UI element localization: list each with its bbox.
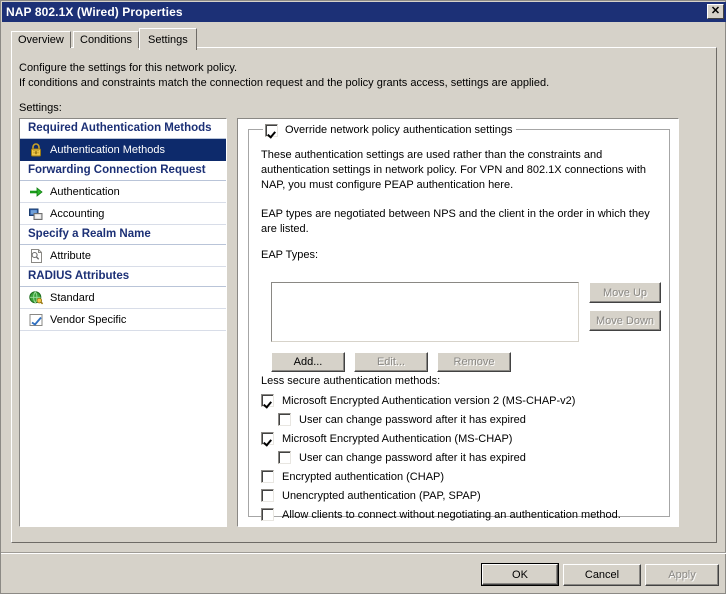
- settings-label: Settings:: [19, 102, 62, 114]
- move-up-button[interactable]: Move Up: [589, 282, 661, 303]
- checkbox-box: [261, 394, 274, 407]
- sidebar-item-attribute[interactable]: Attribute: [20, 245, 226, 267]
- override-network-policy-label: Override network policy authentication s…: [285, 124, 513, 136]
- sidebar-item-authentication-methods[interactable]: Authentication Methods: [20, 139, 226, 161]
- sidebar-item-label: Standard: [50, 291, 95, 304]
- tree-header-realm-name: Specify a Realm Name: [20, 225, 226, 245]
- checkbox-box: [278, 451, 291, 464]
- document-search-icon: [28, 248, 44, 264]
- tree-header-required-auth: Required Authentication Methods: [20, 119, 226, 139]
- move-down-button[interactable]: Move Down: [589, 310, 661, 331]
- add-label: Add...: [293, 356, 323, 368]
- less-secure-title: Less secure authentication methods:: [261, 375, 441, 387]
- checkbox-box: [261, 470, 274, 483]
- apply-label: Apply: [668, 569, 696, 581]
- properties-dialog: NAP 802.1X (Wired) Properties ✕ Overview…: [0, 0, 726, 594]
- description-text: Configure the settings for this network …: [19, 61, 679, 91]
- move-up-label: Move Up: [602, 286, 648, 299]
- tree-header-radius-attributes: RADIUS Attributes: [20, 267, 226, 287]
- checkbox-box: [261, 489, 274, 502]
- checkbox-box: [261, 432, 274, 445]
- description-line-1: Configure the settings for this network …: [19, 62, 238, 74]
- less-secure-methods-list: Less secure authentication methods: Micr…: [261, 375, 661, 524]
- groupbox-body: These authentication settings are used r…: [261, 148, 659, 261]
- checkbox-label: Unencrypted authentication (PAP, SPAP): [282, 489, 481, 502]
- sidebar-item-standard[interactable]: Standard: [20, 287, 226, 309]
- checkbox-pap-spap[interactable]: Unencrypted authentication (PAP, SPAP): [261, 486, 661, 505]
- edit-label: Edit...: [376, 356, 406, 368]
- green-arrow-icon: [28, 184, 44, 200]
- window-title: NAP 802.1X (Wired) Properties: [6, 5, 183, 19]
- sidebar-item-authentication[interactable]: Authentication: [20, 181, 226, 203]
- checkbox-label: Microsoft Encrypted Authentication versi…: [282, 394, 576, 407]
- remove-label: Remove: [453, 356, 495, 368]
- checkbox-box: [265, 123, 278, 137]
- sidebar-item-accounting[interactable]: Accounting: [20, 203, 226, 225]
- add-button[interactable]: Add...: [271, 352, 345, 372]
- checkbox-ms-chap[interactable]: Microsoft Encrypted Authentication (MS-C…: [261, 429, 661, 448]
- tab-overview[interactable]: Overview: [11, 31, 71, 48]
- settings-tree[interactable]: Required Authentication Methods Authenti…: [19, 118, 227, 527]
- sidebar-item-label: Attribute: [50, 249, 91, 262]
- checkbox-box: [278, 413, 291, 426]
- override-network-policy-checkbox[interactable]: Override network policy authentication s…: [263, 122, 517, 138]
- auth-settings-paragraph: These authentication settings are used r…: [261, 149, 647, 191]
- checkbox-allow-no-negotiation[interactable]: Allow clients to connect without negotia…: [261, 505, 661, 524]
- apply-button[interactable]: Apply: [645, 564, 719, 586]
- move-down-label: Move Down: [595, 314, 655, 327]
- checkbox-label: User can change password after it has ex…: [299, 451, 526, 464]
- cancel-label: Cancel: [584, 569, 620, 581]
- checkbox-label: User can change password after it has ex…: [299, 413, 526, 426]
- settings-detail-panel: Override network policy authentication s…: [237, 118, 679, 527]
- close-button[interactable]: ✕: [707, 4, 724, 19]
- checkbox-label: Encrypted authentication (CHAP): [282, 470, 445, 483]
- tab-conditions[interactable]: Conditions: [73, 31, 139, 48]
- remove-button[interactable]: Remove: [437, 352, 511, 372]
- tree-header-forwarding: Forwarding Connection Request: [20, 161, 226, 181]
- tab-settings[interactable]: Settings: [139, 28, 197, 50]
- globe-key-icon: [28, 290, 44, 306]
- edit-button[interactable]: Edit...: [354, 352, 428, 372]
- ok-button[interactable]: OK: [481, 563, 559, 586]
- sidebar-item-label: Accounting: [50, 207, 105, 220]
- eap-types-label: EAP Types:: [261, 249, 319, 261]
- close-icon: ✕: [710, 5, 721, 17]
- eap-types-listbox[interactable]: [271, 282, 579, 342]
- monitors-icon: [28, 206, 44, 222]
- padlock-icon: [28, 142, 44, 158]
- checkbox-ms-chap-v2[interactable]: Microsoft Encrypted Authentication versi…: [261, 391, 661, 410]
- description-line-2: If conditions and constraints match the …: [19, 77, 550, 89]
- ok-label: OK: [512, 568, 528, 581]
- sidebar-item-label: Vendor Specific: [50, 313, 127, 326]
- sidebar-item-label: Authentication Methods: [50, 143, 165, 156]
- checkbox-change-password[interactable]: User can change password after it has ex…: [261, 448, 661, 467]
- sidebar-item-vendor-specific[interactable]: Vendor Specific: [20, 309, 226, 331]
- eap-order-paragraph: EAP types are negotiated between NPS and…: [261, 208, 650, 235]
- cancel-button[interactable]: Cancel: [563, 564, 641, 586]
- checkbox-label: Allow clients to connect without negotia…: [282, 508, 621, 521]
- tab-overview-label: Overview: [18, 34, 64, 46]
- tab-conditions-label: Conditions: [80, 34, 132, 46]
- footer-divider-highlight: [1, 553, 726, 554]
- checkbox-change-password-v2[interactable]: User can change password after it has ex…: [261, 410, 661, 429]
- tab-settings-label: Settings: [148, 33, 188, 46]
- checkbox-chap[interactable]: Encrypted authentication (CHAP): [261, 467, 661, 486]
- blue-check-icon: [28, 312, 44, 328]
- checkbox-label: Microsoft Encrypted Authentication (MS-C…: [282, 432, 513, 445]
- override-settings-groupbox: Override network policy authentication s…: [248, 122, 670, 521]
- sidebar-item-label: Authentication: [50, 185, 120, 198]
- title-bar: NAP 802.1X (Wired) Properties ✕: [2, 2, 726, 22]
- checkbox-box: [261, 508, 274, 521]
